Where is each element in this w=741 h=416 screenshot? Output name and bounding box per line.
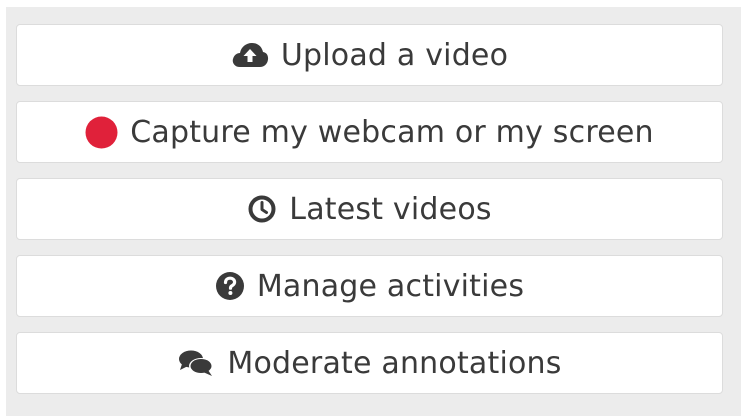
moderate-annotations-button[interactable]: Moderate annotations <box>16 332 723 394</box>
record-dot-icon <box>85 116 118 149</box>
latest-videos-button[interactable]: Latest videos <box>16 178 723 240</box>
cloud-upload-icon <box>231 41 269 69</box>
latest-videos-label: Latest videos <box>289 191 492 227</box>
manage-activities-button[interactable]: Manage activities <box>16 255 723 317</box>
menu-panel: Upload a video Capture my webcam or my s… <box>6 7 741 416</box>
capture-webcam-screen-button[interactable]: Capture my webcam or my screen <box>16 101 723 163</box>
manage-activities-label: Manage activities <box>256 268 525 304</box>
clock-icon <box>247 194 277 224</box>
comments-icon <box>177 348 215 378</box>
upload-video-button[interactable]: Upload a video <box>16 24 723 86</box>
question-circle-icon <box>215 271 245 301</box>
capture-webcam-screen-label: Capture my webcam or my screen <box>130 114 654 150</box>
moderate-annotations-label: Moderate annotations <box>227 345 562 381</box>
upload-video-label: Upload a video <box>280 37 509 73</box>
